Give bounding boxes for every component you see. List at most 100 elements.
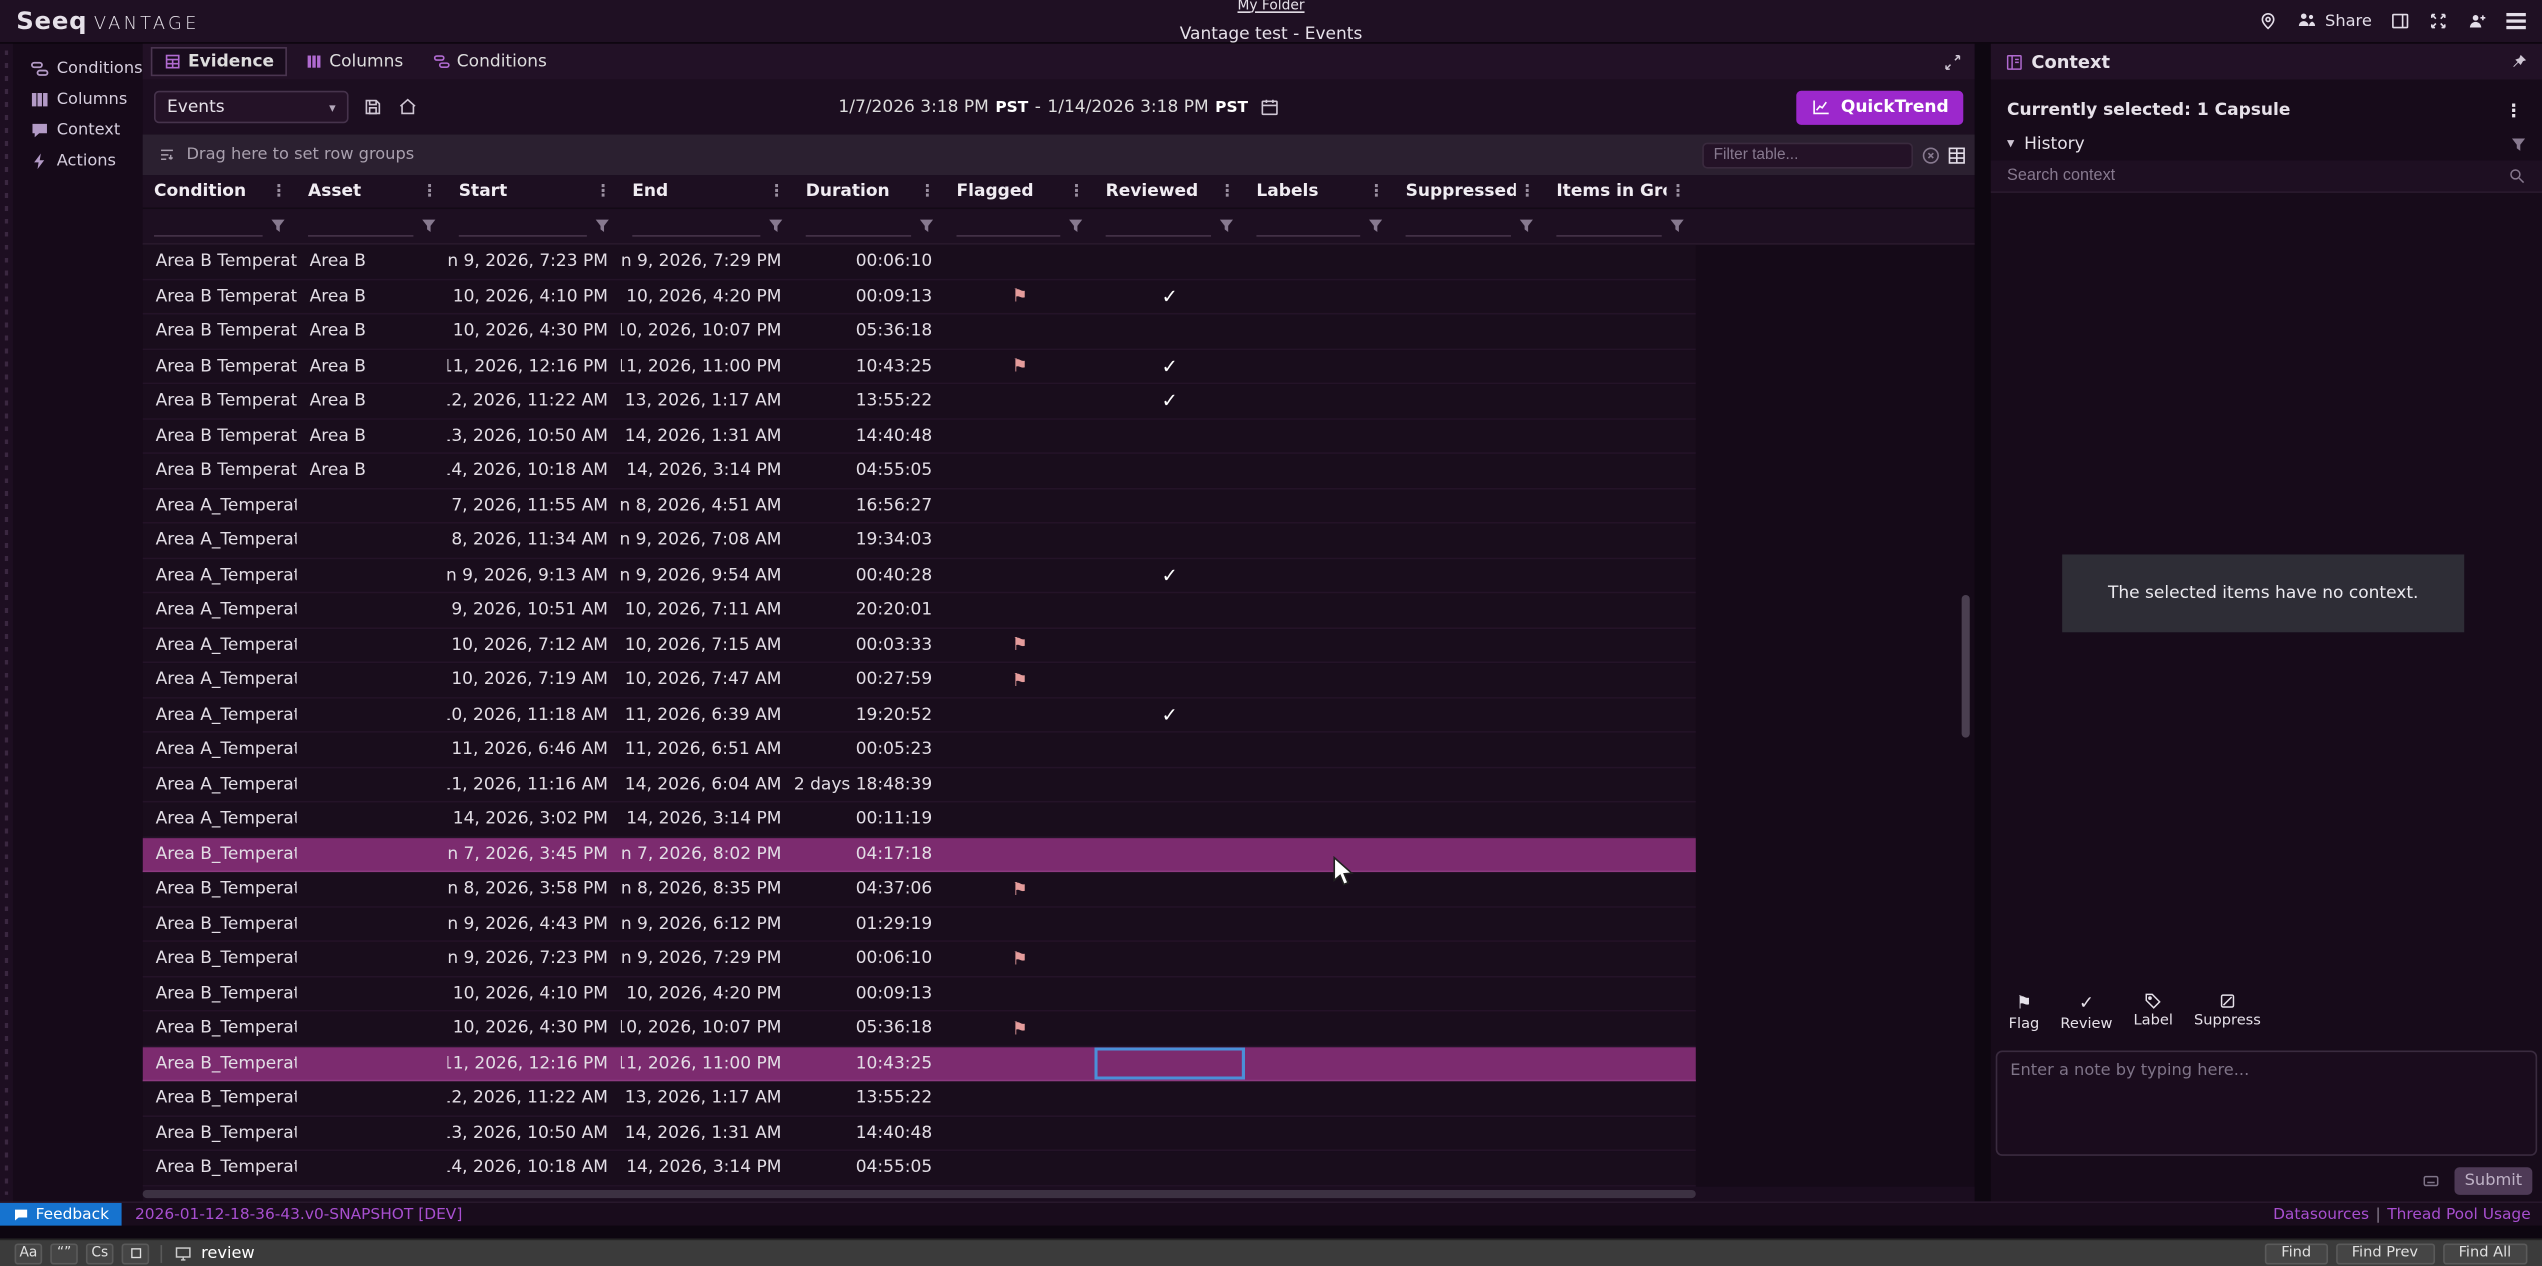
cell-items-in-group[interactable]: [1545, 384, 1696, 417]
cell-duration[interactable]: 00:05:23: [794, 733, 945, 766]
cell-asset[interactable]: [297, 733, 448, 766]
invite-user-icon[interactable]: [2466, 11, 2489, 30]
cell-reviewed[interactable]: ✓: [1094, 280, 1245, 313]
cell-items-in-group[interactable]: [1545, 349, 1696, 382]
table-row[interactable]: Area B Temperature > ...Area BJan 13, 20…: [143, 419, 1696, 454]
cell-duration[interactable]: 00:27:59: [794, 663, 945, 696]
cell-asset[interactable]: [297, 802, 448, 835]
match-case-toggle[interactable]: Aa: [15, 1243, 43, 1264]
cell-duration[interactable]: 20:20:01: [794, 593, 945, 626]
cell-items-in-group[interactable]: [1545, 872, 1696, 905]
column-filter-labels[interactable]: [1245, 209, 1394, 243]
cell-reviewed[interactable]: [1094, 489, 1245, 522]
suppress-button[interactable]: Suppress: [2194, 992, 2261, 1033]
cell-start[interactable]: Jan 9, 2026, 4:43 PM: [447, 907, 620, 940]
cell-items-in-group[interactable]: [1545, 489, 1696, 522]
table-row[interactable]: Area B Temperature > ...Area BJan 11, 20…: [143, 349, 1696, 384]
column-filter-items-in-group[interactable]: [1545, 209, 1696, 243]
cell-condition[interactable]: Area B Temperature > ...: [143, 384, 297, 417]
filter-funnel-icon[interactable]: [1068, 219, 1083, 234]
column-filter-input[interactable]: [154, 216, 263, 235]
cell-asset[interactable]: Area B: [297, 245, 448, 278]
cell-items-in-group[interactable]: [1545, 1012, 1696, 1045]
cell-start[interactable]: Jan 9, 2026, 7:23 PM: [447, 942, 620, 975]
cell-items-in-group[interactable]: [1545, 802, 1696, 835]
cell-labels[interactable]: [1245, 768, 1394, 801]
cell-items-in-group[interactable]: [1545, 768, 1696, 801]
column-filter-condition[interactable]: [143, 209, 297, 243]
cell-start[interactable]: Jan 11, 2026, 6:46 AM: [447, 733, 620, 766]
table-filter-input[interactable]: [1714, 146, 1902, 164]
cell-start[interactable]: Jan 10, 2026, 7:19 AM: [447, 663, 620, 696]
cell-reviewed[interactable]: [1094, 1012, 1245, 1045]
cell-flagged[interactable]: [945, 733, 1094, 766]
calendar-icon[interactable]: [1259, 97, 1278, 116]
column-filter-input[interactable]: [806, 216, 911, 235]
cell-end[interactable]: Jan 9, 2026, 7:29 PM: [621, 245, 794, 278]
cell-start[interactable]: Jan 8, 2026, 11:34 AM: [447, 524, 620, 557]
cell-reviewed[interactable]: ✓: [1094, 698, 1245, 731]
cell-labels[interactable]: [1245, 802, 1394, 835]
cell-suppressed[interactable]: [1394, 942, 1545, 975]
cell-suppressed[interactable]: [1394, 280, 1545, 313]
cell-flagged[interactable]: [945, 454, 1094, 487]
cell-items-in-group[interactable]: [1545, 245, 1696, 278]
filter-funnel-icon[interactable]: [768, 219, 783, 234]
cell-reviewed[interactable]: [1094, 628, 1245, 661]
cell-reviewed[interactable]: [1094, 315, 1245, 348]
datasources-link[interactable]: Datasources: [2273, 1205, 2369, 1223]
cell-end[interactable]: Jan 9, 2026, 7:29 PM: [621, 942, 794, 975]
column-menu-icon[interactable]: ⋮: [1516, 182, 1539, 200]
cell-suppressed[interactable]: [1394, 384, 1545, 417]
cell-items-in-group[interactable]: [1545, 1151, 1696, 1184]
find-button[interactable]: Find: [2265, 1243, 2327, 1264]
save-view-button[interactable]: [363, 97, 382, 116]
cell-suppressed[interactable]: [1394, 349, 1545, 382]
cell-duration[interactable]: 04:55:05: [794, 1151, 945, 1184]
cell-flagged[interactable]: ⚑: [945, 628, 1094, 661]
column-header-reviewed[interactable]: Reviewed⋮: [1094, 175, 1245, 207]
cell-reviewed[interactable]: ✓: [1094, 384, 1245, 417]
cell-flagged[interactable]: [945, 837, 1094, 870]
cell-asset[interactable]: [297, 524, 448, 557]
column-menu-icon[interactable]: ⋮: [592, 182, 615, 200]
cell-suppressed[interactable]: [1394, 628, 1545, 661]
cell-labels[interactable]: [1245, 349, 1394, 382]
filter-funnel-icon[interactable]: [1519, 219, 1534, 234]
export-table-icon[interactable]: [1947, 145, 1966, 164]
cell-duration[interactable]: 00:03:33: [794, 628, 945, 661]
cell-flagged[interactable]: ⚑: [945, 872, 1094, 905]
cell-items-in-group[interactable]: [1545, 419, 1696, 452]
cell-items-in-group[interactable]: [1545, 454, 1696, 487]
match-diacritics-toggle[interactable]: Cs: [86, 1243, 114, 1264]
cell-end[interactable]: Jan 11, 2026, 11:00 PM: [621, 1046, 794, 1079]
column-menu-icon[interactable]: ⋮: [1667, 182, 1690, 200]
cell-duration[interactable]: 01:29:19: [794, 907, 945, 940]
table-row[interactable]: Area A_Temperature >...Jan 10, 2026, 7:1…: [143, 628, 1696, 663]
cell-end[interactable]: Jan 11, 2026, 6:39 AM: [621, 698, 794, 731]
cell-items-in-group[interactable]: [1545, 1081, 1696, 1114]
table-row[interactable]: Area B Temperature > ...Area BJan 9, 202…: [143, 245, 1696, 280]
table-row[interactable]: Area A_Temperature >...Jan 7, 2026, 11:5…: [143, 489, 1696, 524]
cell-asset[interactable]: [297, 1151, 448, 1184]
date-range-start[interactable]: 1/7/2026 3:18 PM: [838, 97, 988, 116]
column-header-end[interactable]: End⋮: [621, 175, 794, 207]
cell-duration[interactable]: 00:06:10: [794, 942, 945, 975]
cell-condition[interactable]: Area A_Temperature >...: [143, 733, 297, 766]
cell-end[interactable]: Jan 14, 2026, 3:14 PM: [621, 454, 794, 487]
table-row[interactable]: Area B_Temperature ...Jan 13, 2026, 10:5…: [143, 1116, 1696, 1151]
cell-condition[interactable]: Area B_Temperature ...: [143, 1151, 297, 1184]
table-row[interactable]: Area B_Temperature ...Jan 7, 2026, 3:45 …: [143, 837, 1696, 872]
column-menu-icon[interactable]: ⋮: [418, 182, 441, 200]
table-row[interactable]: Area A_Temperature >...Jan 8, 2026, 11:3…: [143, 524, 1696, 559]
table-row[interactable]: Area A_Temperature >...Jan 11, 2026, 11:…: [143, 768, 1696, 803]
cell-condition[interactable]: Area B_Temperature ...: [143, 837, 297, 870]
table-row[interactable]: Area B_Temperature ...Jan 14, 2026, 10:1…: [143, 1151, 1696, 1186]
cell-end[interactable]: Jan 9, 2026, 9:54 AM: [621, 559, 794, 592]
filter-funnel-icon[interactable]: [422, 219, 437, 234]
column-filter-end[interactable]: [621, 209, 794, 243]
cell-labels[interactable]: [1245, 663, 1394, 696]
cell-flagged[interactable]: [945, 315, 1094, 348]
cell-condition[interactable]: Area B Temperature > ...: [143, 349, 297, 382]
cell-end[interactable]: Jan 9, 2026, 6:12 PM: [621, 907, 794, 940]
